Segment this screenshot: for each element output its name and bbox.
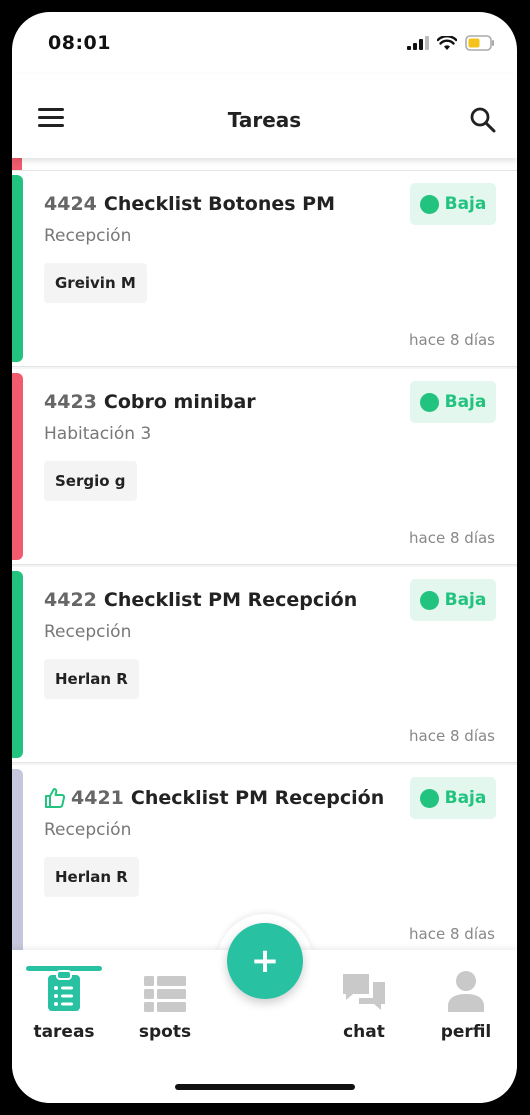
priority-label: Baja	[444, 392, 487, 412]
priority-badge: Baja	[410, 381, 496, 423]
signal-icon	[407, 36, 429, 50]
priority-label: Baja	[444, 788, 487, 808]
clipboard-list-icon	[19, 966, 109, 1012]
priority-dot-icon	[419, 590, 439, 610]
task-location: Recepción	[44, 622, 132, 642]
assignee-chip: Herlan R	[44, 659, 139, 699]
status-time: 08:01	[48, 32, 111, 54]
assignee-chip: Greivin M	[44, 263, 147, 303]
battery-icon	[465, 35, 494, 51]
nav-label: tareas	[33, 1022, 95, 1042]
task-number: 4423	[44, 391, 97, 413]
task-time: hace 8 días	[409, 529, 495, 547]
priority-label: Baja	[444, 590, 487, 610]
task-name: Checklist PM Recepción	[130, 787, 385, 809]
priority-dot-icon	[419, 194, 439, 214]
priority-badge: Baja	[410, 777, 496, 819]
priority-label: Baja	[444, 194, 487, 214]
task-number: 4422	[44, 589, 97, 611]
task-location: Habitación 3	[44, 424, 152, 444]
task-card[interactable]: 4422 Checklist PM Recepción Recepción He…	[12, 567, 517, 763]
task-status-stripe	[12, 571, 23, 758]
previous-task-card[interactable]	[12, 158, 517, 171]
chat-bubbles-icon	[319, 966, 409, 1012]
assignee-chip: Herlan R	[44, 857, 139, 897]
priority-dot-icon	[419, 788, 439, 808]
task-name: Checklist PM Recepción	[103, 589, 358, 611]
nav-item-chat[interactable]: chat	[319, 966, 409, 1042]
task-card[interactable]: 4424 Checklist Botones PM Recepción Grei…	[12, 171, 517, 367]
task-status-stripe	[12, 769, 23, 956]
priority-badge: Baja	[410, 579, 496, 621]
grid-list-icon	[120, 966, 210, 1012]
phone-screen: 08:01 Tareas 4424 Checklist Botones PM R…	[12, 12, 517, 1103]
task-number: 4424	[44, 193, 97, 215]
nav-item-spots[interactable]: spots	[120, 966, 210, 1042]
add-task-button[interactable]: +	[227, 923, 303, 999]
task-name: Cobro minibar	[103, 391, 256, 413]
task-title: 4422 Checklist PM Recepción	[44, 589, 357, 611]
task-title: 4423 Cobro minibar	[44, 391, 256, 413]
person-icon	[421, 966, 511, 1012]
status-icons	[407, 34, 495, 52]
app-header: Tareas	[12, 74, 517, 158]
page-title: Tareas	[227, 108, 302, 132]
assignee-chip: Sergio g	[44, 461, 137, 501]
task-time: hace 8 días	[409, 925, 495, 943]
thumbs-up-icon	[44, 787, 66, 809]
nav-label: perfil	[440, 1022, 492, 1042]
task-title: 4424 Checklist Botones PM	[44, 193, 335, 215]
search-icon[interactable]	[469, 106, 497, 134]
home-indicator[interactable]	[175, 1084, 355, 1090]
nav-item-tareas[interactable]: tareas	[19, 966, 109, 1042]
status-bar: 08:01	[12, 12, 517, 74]
task-card[interactable]: 4423 Cobro minibar Habitación 3 Sergio g…	[12, 369, 517, 565]
priority-dot-icon	[419, 392, 439, 412]
wifi-icon	[437, 35, 457, 50]
task-time: hace 8 días	[409, 727, 495, 745]
task-title: 4421 Checklist PM Recepción	[44, 787, 384, 809]
bottom-nav: + tareas spots chat perfil	[12, 914, 517, 1103]
task-status-stripe	[12, 373, 23, 560]
task-name: Checklist Botones PM	[103, 193, 336, 215]
plus-icon: +	[250, 941, 280, 981]
task-location: Recepción	[44, 226, 132, 246]
nav-label: spots	[138, 1022, 192, 1042]
nav-label: chat	[343, 1022, 385, 1042]
task-location: Recepción	[44, 820, 132, 840]
nav-item-perfil[interactable]: perfil	[421, 966, 511, 1042]
task-list[interactable]: 4424 Checklist Botones PM Recepción Grei…	[12, 158, 517, 958]
task-status-stripe	[12, 175, 23, 362]
task-number: 4421	[71, 787, 124, 809]
priority-badge: Baja	[410, 183, 496, 225]
task-time: hace 8 días	[409, 331, 495, 349]
